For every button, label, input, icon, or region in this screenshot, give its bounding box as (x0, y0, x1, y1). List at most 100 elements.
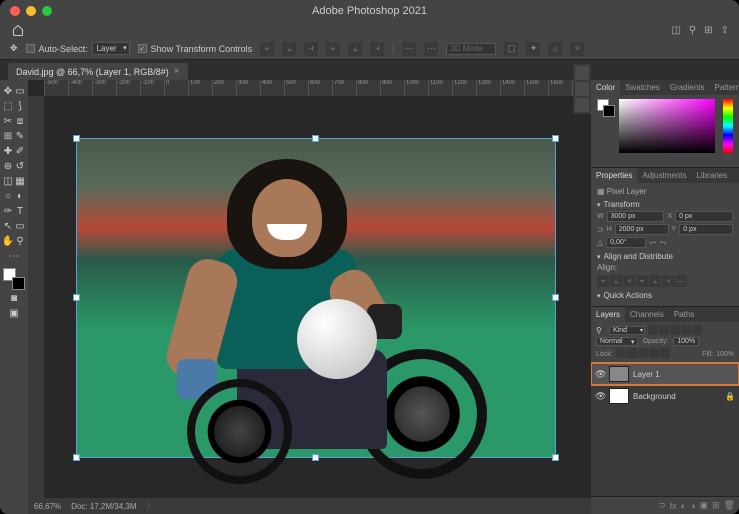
dock-icon-2[interactable] (575, 82, 589, 96)
align-vcenter-icon[interactable]: ⫠ (348, 42, 362, 56)
cloud-docs-icon[interactable]: ◫ (671, 25, 680, 36)
auto-select-dropdown[interactable]: Layer (92, 42, 130, 55)
layer-group-icon[interactable]: ▣ (700, 500, 709, 511)
share-icon[interactable]: ⇪ (721, 25, 729, 36)
document-tab[interactable]: David.jpg @ 66,7% (Layer 1, RGB/8#) × (8, 63, 188, 80)
distribute-h-icon[interactable]: ⋯ (402, 42, 416, 56)
workspace-icon[interactable]: ⊞ (704, 25, 712, 36)
prop-align-right-icon[interactable]: ⫞ (623, 275, 635, 287)
tab-paths[interactable]: Paths (669, 307, 699, 322)
prop-align-top-icon[interactable]: ⫟ (636, 275, 648, 287)
lock-image-icon[interactable] (627, 348, 637, 358)
transform-x[interactable]: 0 px (675, 211, 733, 222)
link-wh-icon[interactable]: ⊃ (597, 225, 604, 234)
stamp-tool[interactable]: ⊛ (2, 159, 14, 173)
search-icon[interactable]: ⚲ (689, 25, 696, 36)
vertical-ruler[interactable] (28, 96, 44, 514)
handle-middle-right[interactable] (552, 294, 559, 301)
type-tool[interactable]: T (14, 204, 26, 218)
layer-name[interactable]: Background (633, 392, 676, 401)
edit-toolbar[interactable]: ⋯ (3, 249, 25, 263)
quick-mask[interactable]: ◙ (3, 291, 25, 305)
healing-tool[interactable]: ✚ (2, 144, 14, 158)
layer-thumbnail[interactable] (609, 366, 629, 382)
blur-tool[interactable]: ○ (2, 189, 14, 203)
align-left-icon[interactable]: ⫟ (260, 42, 274, 56)
filter-adjust-icon[interactable] (659, 325, 669, 335)
flip-v-icon[interactable]: ⥊ (659, 237, 666, 248)
lock-transparency-icon[interactable] (616, 348, 626, 358)
align-bottom-icon[interactable]: ⫞ (370, 42, 384, 56)
lock-position-icon[interactable] (638, 348, 648, 358)
eyedropper-tool[interactable]: ✎ (14, 129, 26, 143)
close-tab-icon[interactable]: × (174, 66, 180, 77)
zoom-level[interactable]: 66,67% (34, 502, 61, 511)
layer-fx-icon[interactable]: fx (670, 501, 677, 511)
tab-patterns[interactable]: Patterns (710, 80, 739, 95)
home-button[interactable] (10, 22, 26, 38)
filter-pixel-icon[interactable] (648, 325, 658, 335)
color-panel-swatches[interactable] (597, 99, 615, 117)
tab-properties[interactable]: Properties (591, 168, 637, 183)
frame-tool[interactable]: ⊞ (2, 129, 14, 143)
history-brush-tool[interactable]: ↺ (14, 159, 26, 173)
layer-row[interactable]: 👁 Background 🔒 (591, 385, 739, 407)
layer-row[interactable]: 👁 Layer 1 (591, 363, 739, 385)
hand-tool[interactable]: ✋ (2, 234, 14, 248)
marquee-tool[interactable]: ⬚ (2, 99, 14, 113)
layer-visibility-icon[interactable]: 👁 (595, 369, 605, 379)
prop-align-vcenter-icon[interactable]: ⫠ (649, 275, 661, 287)
filter-smart-icon[interactable] (692, 325, 702, 335)
horizontal-ruler[interactable]: -500-400-300-200-10001002003004005006007… (44, 80, 591, 96)
adjustment-layer-icon[interactable]: ◑ (690, 501, 695, 511)
color-swatches[interactable] (3, 268, 25, 290)
dodge-tool[interactable]: ◐ (14, 189, 26, 203)
selection-tool[interactable]: ✂ (2, 114, 14, 128)
quick-actions-header[interactable]: Quick Actions (597, 291, 733, 300)
gradient-tool[interactable]: ▦ (14, 174, 26, 188)
layer-kind-dropdown[interactable]: Kind (609, 326, 645, 335)
3d-icon-1[interactable]: ▢ (504, 42, 518, 56)
filter-type-icon[interactable] (670, 325, 680, 335)
align-top-icon[interactable]: ⫟ (326, 42, 340, 56)
prop-align-left-icon[interactable]: ⫟ (597, 275, 609, 287)
handle-bottom-left[interactable] (73, 454, 80, 461)
transform-section-header[interactable]: Transform (597, 200, 733, 209)
brush-tool[interactable]: ✐ (14, 144, 26, 158)
flip-h-icon[interactable]: ⥋ (649, 237, 656, 248)
new-layer-icon[interactable]: ⊞ (712, 500, 720, 511)
screen-mode[interactable]: ▣ (3, 306, 25, 320)
align-right-icon[interactable]: ⫞ (304, 42, 318, 56)
handle-top-left[interactable] (73, 135, 80, 142)
transform-angle[interactable]: 0,00° (606, 237, 646, 248)
blend-mode-dropdown[interactable]: Normal (596, 337, 638, 346)
lock-icon[interactable]: 🔒 (725, 392, 735, 401)
layer-name[interactable]: Layer 1 (633, 370, 660, 379)
tab-layers[interactable]: Layers (591, 307, 625, 322)
more-align-icon[interactable]: ⋯ (424, 42, 438, 56)
lock-artboard-icon[interactable] (649, 348, 659, 358)
handle-middle-left[interactable] (73, 294, 80, 301)
zoom-tool[interactable]: ⚲ (14, 234, 26, 248)
layer-visibility-icon[interactable]: 👁 (595, 391, 605, 401)
pen-tool[interactable]: ✑ (2, 204, 14, 218)
opacity-value[interactable]: 100% (673, 337, 699, 346)
hue-slider[interactable] (723, 99, 733, 153)
transform-height[interactable]: 2000 px (615, 224, 669, 235)
prop-more-align-icon[interactable]: ⋯ (675, 275, 687, 287)
prop-align-hcenter-icon[interactable]: ⫠ (610, 275, 622, 287)
handle-bottom-right[interactable] (552, 454, 559, 461)
tab-libraries[interactable]: Libraries (692, 168, 733, 183)
tab-swatches[interactable]: Swatches (620, 80, 665, 95)
align-hcenter-icon[interactable]: ⫠ (282, 42, 296, 56)
shape-tool[interactable]: ▭ (14, 219, 26, 233)
handle-top-center[interactable] (312, 135, 319, 142)
layer-mask-icon[interactable]: ◐ (681, 501, 686, 511)
eraser-tool[interactable]: ◫ (2, 174, 14, 188)
tab-color[interactable]: Color (591, 80, 620, 95)
tab-channels[interactable]: Channels (625, 307, 669, 322)
filter-shape-icon[interactable] (681, 325, 691, 335)
prop-align-bottom-icon[interactable]: ⫞ (662, 275, 674, 287)
transform-width[interactable]: 3000 px (607, 211, 665, 222)
path-tool[interactable]: ↖ (2, 219, 14, 233)
